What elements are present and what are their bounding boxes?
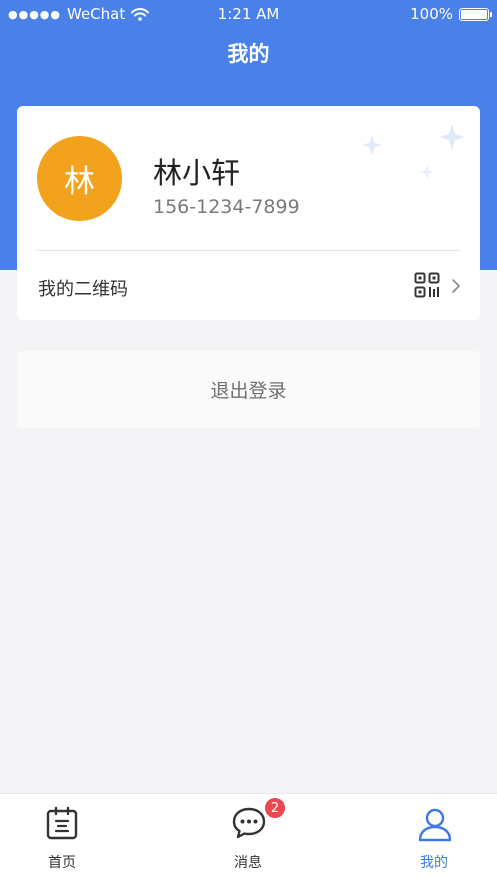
tab-bar: 首页 消息 我的 (0, 793, 497, 883)
page-title: 我的 (227, 42, 270, 66)
battery-percent: 100% (410, 5, 453, 23)
tab-mine[interactable]: 我的 (374, 794, 494, 883)
qrcode-label: 我的二维码 (38, 279, 128, 300)
chevron-right-icon (452, 279, 460, 293)
tab-mine-label: 我的 (420, 855, 448, 871)
tab-messages-label: 消息 (234, 855, 262, 871)
qrcode-icon (414, 272, 440, 298)
home-calendar-icon (46, 806, 78, 840)
profile-card: 林 林小轩 156-1234-7899 我的二维码 (17, 106, 480, 320)
user-icon (418, 808, 452, 842)
tab-messages[interactable]: 消息 (188, 794, 308, 883)
battery-icon (459, 7, 492, 21)
message-badge: 2 (264, 797, 286, 819)
status-bar: ●●●●● WeChat 1:21 AM 100% (0, 0, 497, 28)
sparkle-decoration-icon (362, 124, 465, 179)
status-right: 100% (410, 5, 492, 23)
battery-level (461, 9, 487, 19)
my-qrcode-row[interactable]: 我的二维码 (17, 251, 480, 320)
avatar[interactable]: 林 (37, 136, 122, 221)
tab-home[interactable]: 首页 (2, 794, 122, 883)
message-icon (232, 807, 266, 839)
user-name: 林小轩 (153, 156, 241, 190)
tab-home-label: 首页 (48, 855, 76, 871)
user-phone: 156-1234-7899 (153, 196, 300, 218)
logout-button[interactable]: 退出登录 (17, 351, 480, 428)
